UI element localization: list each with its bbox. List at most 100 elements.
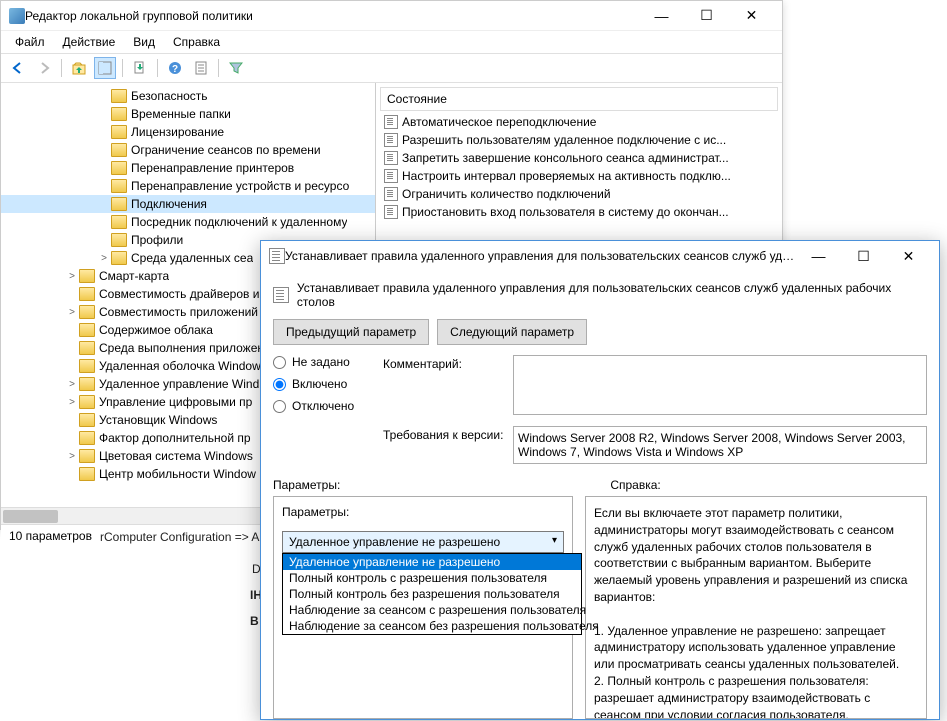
dropdown-option[interactable]: Полный контроль с разрешения пользовател…: [283, 570, 581, 586]
help-label: Справка:: [610, 478, 660, 492]
previous-setting-button[interactable]: Предыдущий параметр: [273, 319, 429, 345]
tree-item-label: Лицензирование: [131, 125, 224, 139]
policy-item[interactable]: Разрешить пользователям удаленное подклю…: [380, 131, 778, 149]
next-setting-button[interactable]: Следующий параметр: [437, 319, 587, 345]
folder-icon: [111, 143, 127, 157]
policy-item[interactable]: Приостановить вход пользователя в систем…: [380, 203, 778, 221]
expand-icon[interactable]: >: [65, 271, 79, 282]
tree-item[interactable]: Перенаправление устройств и ресурсо: [1, 177, 375, 195]
tree-item[interactable]: Безопасность: [1, 87, 375, 105]
dialog-title: Устанавливает правила удаленного управле…: [285, 249, 796, 263]
dropdown-option[interactable]: Полный контроль без разрешения пользоват…: [283, 586, 581, 602]
help-text: Если вы включаете этот параметр политики…: [594, 505, 918, 719]
comment-label: Комментарий:: [383, 355, 513, 371]
filter-button[interactable]: [225, 57, 247, 79]
tree-item-label: Среда удаленных сеа: [131, 251, 253, 265]
radio-not-configured[interactable]: Не задано: [273, 355, 383, 369]
tree-item[interactable]: Перенаправление принтеров: [1, 159, 375, 177]
dropdown-option[interactable]: Наблюдение за сеансом без разрешения пол…: [283, 618, 581, 634]
dialog-minimize-button[interactable]: —: [796, 242, 841, 270]
tree-item-label: Перенаправление устройств и ресурсо: [131, 179, 349, 193]
folder-icon: [79, 431, 95, 445]
tree-item-label: Посредник подключений к удаленному: [131, 215, 347, 229]
expand-icon[interactable]: >: [65, 397, 79, 408]
menu-view[interactable]: Вид: [125, 33, 163, 51]
tree-item-label: Удаленное управление Wind: [99, 377, 259, 391]
policy-item[interactable]: Ограничить количество подключений: [380, 185, 778, 203]
tree-item-label: Совместимость приложений: [99, 305, 258, 319]
policy-item[interactable]: Автоматическое переподключение: [380, 113, 778, 131]
policy-icon: [384, 133, 398, 147]
policy-icon: [384, 115, 398, 129]
tree-item[interactable]: Временные папки: [1, 105, 375, 123]
menu-file[interactable]: Файл: [7, 33, 53, 51]
policy-icon: [273, 287, 289, 303]
remote-control-dropdown[interactable]: Удаленное управление не разрешеноПолный …: [282, 553, 582, 635]
parameters-inner-label: Параметры:: [282, 505, 564, 519]
radio-enabled[interactable]: Включено: [273, 377, 383, 391]
policy-item[interactable]: Запретить завершение консольного сеанса …: [380, 149, 778, 167]
tree-item-label: Центр мобильности Window: [99, 467, 256, 481]
comment-textarea[interactable]: [513, 355, 927, 415]
folder-icon: [79, 341, 95, 355]
folder-icon: [111, 107, 127, 121]
tree-item[interactable]: Лицензирование: [1, 123, 375, 141]
policy-item[interactable]: Настроить интервал проверяемых на активн…: [380, 167, 778, 185]
folder-icon: [79, 323, 95, 337]
policy-item-label: Запретить завершение консольного сеанса …: [402, 151, 729, 165]
expand-icon[interactable]: >: [65, 379, 79, 390]
export-button[interactable]: [129, 57, 151, 79]
folder-icon: [79, 269, 95, 283]
maximize-button[interactable]: ☐: [684, 2, 729, 30]
tree-item-label: Профили: [131, 233, 183, 247]
dialog-maximize-button[interactable]: ☐: [841, 242, 886, 270]
remote-control-select[interactable]: Удаленное управление не разрешено: [282, 531, 564, 553]
policy-icon: [384, 187, 398, 201]
folder-icon: [79, 377, 95, 391]
dialog-titlebar: Устанавливает правила удаленного управле…: [261, 241, 939, 271]
minimize-button[interactable]: —: [639, 2, 684, 30]
dialog-header: Устанавливает правила удаленного управле…: [261, 271, 939, 319]
forward-button[interactable]: [33, 57, 55, 79]
back-button[interactable]: [7, 57, 29, 79]
parameters-label: Параметры:: [273, 478, 340, 492]
tree-item[interactable]: Посредник подключений к удаленному: [1, 213, 375, 231]
help-button[interactable]: ?: [164, 57, 186, 79]
tree-item-label: Цветовая система Windows: [99, 449, 253, 463]
tree-item-label: Смарт-карта: [99, 269, 169, 283]
folder-icon: [111, 251, 127, 265]
policy-item-label: Разрешить пользователям удаленное подклю…: [402, 133, 726, 147]
dialog-close-button[interactable]: ✕: [886, 242, 931, 270]
folder-icon: [79, 467, 95, 481]
folder-icon: [79, 449, 95, 463]
parameters-panel: Параметры: Удаленное управление не разре…: [273, 496, 573, 719]
folder-icon: [79, 359, 95, 373]
folder-icon: [79, 395, 95, 409]
expand-icon[interactable]: >: [65, 307, 79, 318]
folder-icon: [111, 197, 127, 211]
properties-button[interactable]: [190, 57, 212, 79]
expand-icon[interactable]: >: [97, 253, 111, 264]
policy-item-label: Автоматическое переподключение: [402, 115, 596, 129]
tree-item-label: Безопасность: [131, 89, 208, 103]
dropdown-option[interactable]: Наблюдение за сеансом с разрешения польз…: [283, 602, 581, 618]
policy-item-label: Ограничить количество подключений: [402, 187, 611, 201]
show-hide-tree-button[interactable]: [94, 57, 116, 79]
dropdown-option[interactable]: Удаленное управление не разрешено: [283, 554, 581, 570]
radio-disabled[interactable]: Отключено: [273, 399, 383, 413]
menubar: Файл Действие Вид Справка: [1, 31, 782, 53]
policy-icon: [384, 169, 398, 183]
folder-icon: [111, 179, 127, 193]
close-button[interactable]: ✕: [729, 2, 774, 30]
menu-action[interactable]: Действие: [55, 33, 124, 51]
state-header[interactable]: Состояние: [380, 87, 778, 111]
tree-item-label: Удаленная оболочка Window: [99, 359, 261, 373]
up-button[interactable]: [68, 57, 90, 79]
policy-item-label: Приостановить вход пользователя в систем…: [402, 205, 729, 219]
tree-item[interactable]: Подключения: [1, 195, 375, 213]
tree-item[interactable]: Ограничение сеансов по времени: [1, 141, 375, 159]
dialog-header-text: Устанавливает правила удаленного управле…: [297, 281, 927, 309]
tree-item-label: Установщик Windows: [99, 413, 217, 427]
menu-help[interactable]: Справка: [165, 33, 228, 51]
expand-icon[interactable]: >: [65, 451, 79, 462]
